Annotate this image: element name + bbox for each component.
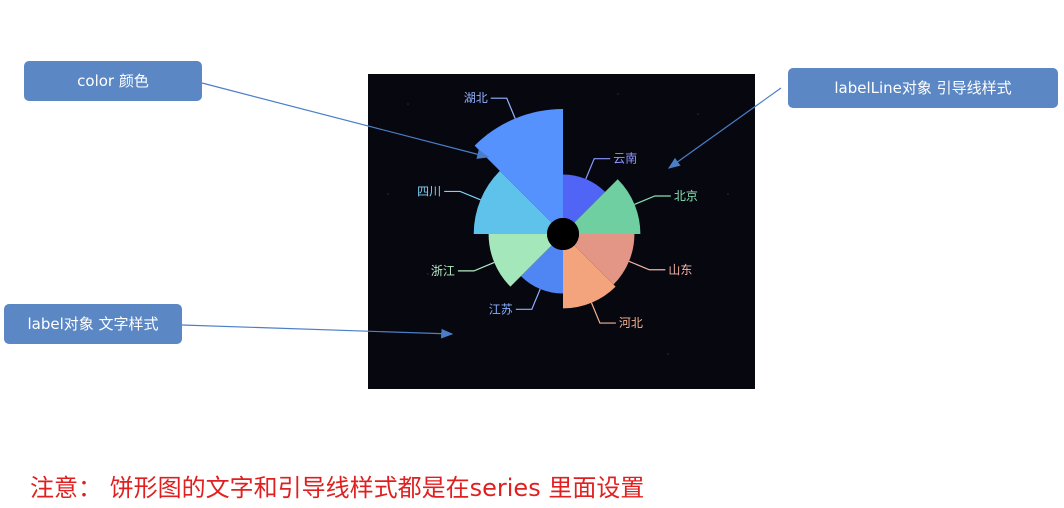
label-line-3 bbox=[590, 302, 616, 324]
label-line-0 bbox=[585, 158, 611, 180]
label-line-2 bbox=[628, 260, 666, 271]
pie-hole bbox=[547, 218, 579, 250]
label-line-6 bbox=[444, 190, 481, 201]
background-star bbox=[407, 103, 409, 105]
label-line-1 bbox=[634, 195, 671, 205]
background-star bbox=[387, 193, 389, 195]
background-star bbox=[727, 193, 729, 195]
callout-color: color 颜色 bbox=[24, 61, 202, 101]
slice-label-4: 江苏 bbox=[489, 302, 513, 316]
slice-label-3: 河北 bbox=[619, 316, 643, 330]
background-star bbox=[697, 113, 699, 115]
slice-label-6: 四川 bbox=[417, 184, 441, 198]
slice-label-2: 山东 bbox=[668, 263, 692, 277]
slice-label-0: 云南 bbox=[613, 151, 637, 166]
label-line-4 bbox=[515, 288, 541, 310]
background-star bbox=[427, 273, 429, 275]
label-line-7 bbox=[490, 97, 516, 119]
chart-panel: 云南北京山东河北 江苏 浙江 四川 湖北 bbox=[368, 74, 755, 389]
rose-pie-chart: 云南北京山东河北 江苏 浙江 四川 湖北 bbox=[387, 90, 729, 355]
background-star bbox=[617, 93, 619, 95]
slice-label-1: 北京 bbox=[674, 189, 698, 203]
slice-label-7: 湖北 bbox=[464, 90, 488, 105]
background-star bbox=[667, 353, 669, 355]
callout-label: label对象 文字样式 bbox=[4, 304, 182, 344]
callout-label-line: labelLine对象 引导线样式 bbox=[788, 68, 1058, 108]
slice-label-5: 浙江 bbox=[431, 264, 455, 278]
label-line-5 bbox=[457, 261, 495, 272]
note-text: 注意： 饼形图的文字和引导线样式都是在series 里面设置 bbox=[30, 474, 645, 502]
